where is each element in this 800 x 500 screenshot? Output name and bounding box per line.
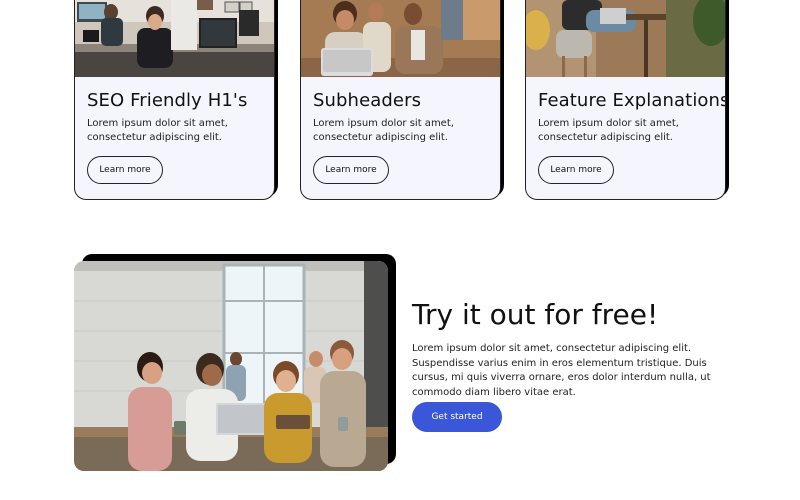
card-description: Lorem ipsum dolor sit amet, consectetur … xyxy=(538,118,679,143)
card-body: Subheaders Lorem ipsum dolor sit amet, c… xyxy=(300,0,501,200)
get-started-button[interactable]: Get started xyxy=(412,402,502,432)
card-title: Subheaders xyxy=(313,90,422,111)
card-description: Lorem ipsum dolor sit amet, consectetur … xyxy=(87,118,228,143)
card-title: SEO Friendly H1's xyxy=(87,90,248,111)
office-team-photo xyxy=(75,0,274,77)
lounge-laptop-photo xyxy=(526,0,725,77)
hero-title: Try it out for free! xyxy=(412,298,659,331)
hero-description: Lorem ipsum dolor sit amet, consectetur … xyxy=(412,343,711,398)
feature-card-2: Subheaders Lorem ipsum dolor sit amet, c… xyxy=(300,0,504,201)
card-title: Feature Explanations xyxy=(538,90,726,111)
card-description: Lorem ipsum dolor sit amet, consectetur … xyxy=(313,118,454,143)
team-meeting-photo xyxy=(74,261,388,471)
card-body: Feature Explanations Lorem ipsum dolor s… xyxy=(525,0,726,200)
laptop-colleagues-photo xyxy=(301,0,500,77)
learn-more-button[interactable]: Learn more xyxy=(538,156,614,184)
card-body: SEO Friendly H1's Lorem ipsum dolor sit … xyxy=(74,0,275,200)
learn-more-button[interactable]: Learn more xyxy=(313,156,389,184)
feature-card-3: Feature Explanations Lorem ipsum dolor s… xyxy=(525,0,729,201)
feature-card-1: SEO Friendly H1's Lorem ipsum dolor sit … xyxy=(74,0,278,201)
learn-more-button[interactable]: Learn more xyxy=(87,156,163,184)
